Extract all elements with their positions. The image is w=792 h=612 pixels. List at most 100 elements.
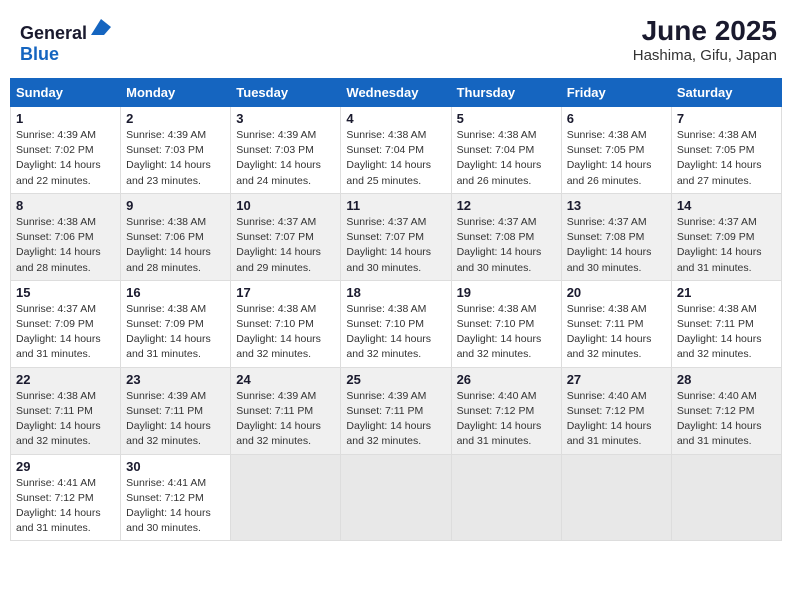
table-row: 21Sunrise: 4:38 AMSunset: 7:11 PMDayligh…: [671, 280, 781, 367]
day-info: Sunrise: 4:39 AMSunset: 7:02 PMDaylight:…: [16, 128, 115, 189]
day-info: Sunrise: 4:39 AMSunset: 7:11 PMDaylight:…: [346, 389, 445, 450]
table-row: 30Sunrise: 4:41 AMSunset: 7:12 PMDayligh…: [121, 454, 231, 541]
month-title: June 2025: [633, 15, 777, 47]
logo-blue: Blue: [20, 44, 59, 64]
table-row: 15Sunrise: 4:37 AMSunset: 7:09 PMDayligh…: [11, 280, 121, 367]
table-row: 27Sunrise: 4:40 AMSunset: 7:12 PMDayligh…: [561, 367, 671, 454]
day-info: Sunrise: 4:40 AMSunset: 7:12 PMDaylight:…: [457, 389, 556, 450]
table-row: 20 Sunrise: 4:38 AMSunset: 7:11 PMDayligh…: [561, 280, 671, 367]
day-number: 10: [236, 198, 335, 213]
day-number: 2: [126, 111, 225, 126]
day-number: 30: [126, 459, 225, 474]
day-info: Sunrise: 4:39 AMSunset: 7:03 PMDaylight:…: [126, 128, 225, 189]
table-row: [561, 454, 671, 541]
table-row: 26 Sunrise: 4:40 AMSunset: 7:12 PMDayligh…: [451, 367, 561, 454]
logo-general: General: [20, 23, 87, 43]
title-section: June 2025 Hashima, Gifu, Japan: [633, 15, 777, 64]
day-number: 18: [346, 285, 445, 300]
day-info: Sunrise: 4:40 AMSunset: 7:12 PMDaylight:…: [677, 389, 776, 450]
day-number: 15: [16, 285, 115, 300]
day-info: Sunrise: 4:38 AMSunset: 7:05 PMDaylight:…: [677, 128, 776, 189]
table-row: 18 Sunrise: 4:38 AMSunset: 7:10 PMDayligh…: [341, 280, 451, 367]
table-row: 3 Sunrise: 4:39 AMSunset: 7:03 PMDaylight…: [231, 107, 341, 194]
logo: General Blue: [20, 15, 113, 65]
table-row: [451, 454, 561, 541]
table-row: 13Sunrise: 4:37 AMSunset: 7:08 PMDayligh…: [561, 193, 671, 280]
day-number: 26: [457, 372, 556, 387]
col-friday: Friday: [561, 79, 671, 107]
day-info: Sunrise: 4:37 AMSunset: 7:07 PMDaylight:…: [346, 215, 445, 276]
calendar-week-row: 29 Sunrise: 4:41 AMSunset: 7:12 PMDayligh…: [11, 454, 782, 541]
day-number: 6: [567, 111, 666, 126]
day-number: 14: [677, 198, 776, 213]
day-number: 4: [346, 111, 445, 126]
calendar-week-row: 15Sunrise: 4:37 AMSunset: 7:09 PMDayligh…: [11, 280, 782, 367]
table-row: [231, 454, 341, 541]
day-info: Sunrise: 4:38 AMSunset: 7:10 PMDaylight:…: [236, 302, 335, 363]
calendar-week-row: 22 Sunrise: 4:38 AMSunset: 7:11 PMDayligh…: [11, 367, 782, 454]
table-row: 8 Sunrise: 4:38 AMSunset: 7:06 PMDaylight…: [11, 193, 121, 280]
day-info: Sunrise: 4:39 AMSunset: 7:11 PMDaylight:…: [126, 389, 225, 450]
table-row: 10 Sunrise: 4:37 AMSunset: 7:07 PMDayligh…: [231, 193, 341, 280]
day-info: Sunrise: 4:38 AMSunset: 7:05 PMDaylight:…: [567, 128, 666, 189]
day-info: Sunrise: 4:39 AMSunset: 7:03 PMDaylight:…: [236, 128, 335, 189]
calendar-week-row: 1 Sunrise: 4:39 AMSunset: 7:02 PMDaylight…: [11, 107, 782, 194]
day-number: 3: [236, 111, 335, 126]
calendar-table: Sunday Monday Tuesday Wednesday Thursday…: [10, 78, 782, 541]
table-row: 19Sunrise: 4:38 AMSunset: 7:10 PMDayligh…: [451, 280, 561, 367]
day-number: 7: [677, 111, 776, 126]
day-info: Sunrise: 4:40 AMSunset: 7:12 PMDaylight:…: [567, 389, 666, 450]
day-number: 11: [346, 198, 445, 213]
day-info: Sunrise: 4:38 AMSunset: 7:11 PMDaylight:…: [16, 389, 115, 450]
day-number: 5: [457, 111, 556, 126]
day-number: 8: [16, 198, 115, 213]
table-row: 24 Sunrise: 4:39 AMSunset: 7:11 PMDayligh…: [231, 367, 341, 454]
col-monday: Monday: [121, 79, 231, 107]
day-info: Sunrise: 4:39 AMSunset: 7:11 PMDaylight:…: [236, 389, 335, 450]
table-row: [671, 454, 781, 541]
day-number: 16: [126, 285, 225, 300]
day-info: Sunrise: 4:41 AMSunset: 7:12 PMDaylight:…: [16, 476, 115, 537]
table-row: 22 Sunrise: 4:38 AMSunset: 7:11 PMDayligh…: [11, 367, 121, 454]
table-row: 17Sunrise: 4:38 AMSunset: 7:10 PMDayligh…: [231, 280, 341, 367]
col-saturday: Saturday: [671, 79, 781, 107]
table-row: 12 Sunrise: 4:37 AMSunset: 7:08 PMDayligh…: [451, 193, 561, 280]
day-number: 24: [236, 372, 335, 387]
day-info: Sunrise: 4:37 AMSunset: 7:08 PMDaylight:…: [457, 215, 556, 276]
day-info: Sunrise: 4:38 AMSunset: 7:04 PMDaylight:…: [457, 128, 556, 189]
table-row: 2 Sunrise: 4:39 AMSunset: 7:03 PMDaylight…: [121, 107, 231, 194]
logo-text: General Blue: [20, 15, 113, 65]
table-row: 9Sunrise: 4:38 AMSunset: 7:06 PMDaylight…: [121, 193, 231, 280]
day-info: Sunrise: 4:38 AMSunset: 7:09 PMDaylight:…: [126, 302, 225, 363]
location-title: Hashima, Gifu, Japan: [633, 47, 777, 64]
col-tuesday: Tuesday: [231, 79, 341, 107]
col-sunday: Sunday: [11, 79, 121, 107]
day-number: 20: [567, 285, 666, 300]
day-info: Sunrise: 4:38 AMSunset: 7:10 PMDaylight:…: [457, 302, 556, 363]
table-row: 25Sunrise: 4:39 AMSunset: 7:11 PMDayligh…: [341, 367, 451, 454]
day-info: Sunrise: 4:38 AMSunset: 7:11 PMDaylight:…: [567, 302, 666, 363]
day-info: Sunrise: 4:38 AMSunset: 7:06 PMDaylight:…: [126, 215, 225, 276]
day-number: 23: [126, 372, 225, 387]
day-number: 1: [16, 111, 115, 126]
table-row: 14Sunrise: 4:37 AMSunset: 7:09 PMDayligh…: [671, 193, 781, 280]
day-number: 29: [16, 459, 115, 474]
table-row: 11 Sunrise: 4:37 AMSunset: 7:07 PMDayligh…: [341, 193, 451, 280]
table-row: 7 Sunrise: 4:38 AMSunset: 7:05 PMDaylight…: [671, 107, 781, 194]
day-info: Sunrise: 4:38 AMSunset: 7:06 PMDaylight:…: [16, 215, 115, 276]
table-row: 5 Sunrise: 4:38 AMSunset: 7:04 PMDaylight…: [451, 107, 561, 194]
col-wednesday: Wednesday: [341, 79, 451, 107]
day-number: 21: [677, 285, 776, 300]
day-info: Sunrise: 4:37 AMSunset: 7:07 PMDaylight:…: [236, 215, 335, 276]
table-row: 1 Sunrise: 4:39 AMSunset: 7:02 PMDaylight…: [11, 107, 121, 194]
table-row: 16 Sunrise: 4:38 AMSunset: 7:09 PMDayligh…: [121, 280, 231, 367]
day-number: 22: [16, 372, 115, 387]
page-header: General Blue June 2025 Hashima, Gifu, Ja…: [10, 10, 782, 70]
table-row: 28 Sunrise: 4:40 AMSunset: 7:12 PMDayligh…: [671, 367, 781, 454]
day-info: Sunrise: 4:38 AMSunset: 7:10 PMDaylight:…: [346, 302, 445, 363]
day-number: 28: [677, 372, 776, 387]
day-number: 12: [457, 198, 556, 213]
day-info: Sunrise: 4:38 AMSunset: 7:04 PMDaylight:…: [346, 128, 445, 189]
table-row: [341, 454, 451, 541]
calendar-week-row: 8 Sunrise: 4:38 AMSunset: 7:06 PMDaylight…: [11, 193, 782, 280]
